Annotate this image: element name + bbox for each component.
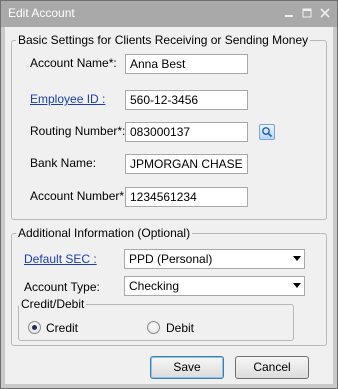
account-type-label: Account Type: bbox=[24, 280, 100, 294]
dialog-body: Basic Settings for Clients Receiving or … bbox=[5, 27, 333, 384]
close-icon[interactable] bbox=[317, 5, 333, 21]
employee-id-field[interactable]: 560-12-3456 bbox=[125, 90, 248, 110]
save-button[interactable]: Save bbox=[150, 356, 224, 379]
account-number-field[interactable]: 1234561234 bbox=[125, 187, 248, 207]
account-type-select[interactable]: Checking bbox=[124, 276, 305, 296]
default-sec-value: PPD (Personal) bbox=[129, 252, 213, 266]
account-name-label: Account Name*: bbox=[30, 56, 117, 70]
credit-label[interactable]: Credit bbox=[46, 321, 78, 335]
window-controls bbox=[281, 5, 333, 21]
debit-label[interactable]: Debit bbox=[166, 321, 194, 335]
chevron-down-icon bbox=[293, 283, 301, 288]
chevron-down-icon bbox=[293, 256, 301, 261]
account-number-label: Account Number*: bbox=[30, 189, 128, 203]
routing-number-field[interactable]: 083000137 bbox=[125, 122, 248, 142]
account-name-field[interactable]: Anna Best bbox=[125, 54, 248, 74]
debit-radio[interactable] bbox=[147, 321, 160, 334]
search-icon[interactable] bbox=[259, 124, 275, 140]
bank-name-field[interactable]: JPMORGAN CHASE BA bbox=[125, 154, 248, 174]
account-type-value: Checking bbox=[129, 279, 180, 293]
default-sec-select[interactable]: PPD (Personal) bbox=[124, 249, 305, 269]
bank-name-label: Bank Name: bbox=[30, 156, 97, 170]
default-sec-link[interactable]: Default SEC : bbox=[24, 252, 97, 266]
window-title: Edit Account bbox=[8, 6, 75, 20]
title-bar[interactable]: Edit Account bbox=[1, 1, 337, 27]
additional-info-legend: Additional Information (Optional) bbox=[18, 226, 191, 240]
credit-radio[interactable] bbox=[28, 321, 41, 334]
maximize-icon[interactable] bbox=[299, 5, 315, 21]
basic-settings-legend: Basic Settings for Clients Receiving or … bbox=[18, 33, 309, 47]
employee-id-link[interactable]: Employee ID : bbox=[30, 92, 105, 106]
routing-number-label: Routing Number*: bbox=[30, 124, 126, 138]
minimize-icon[interactable] bbox=[281, 5, 297, 21]
credit-debit-legend: Credit/Debit bbox=[21, 297, 85, 311]
cancel-button[interactable]: Cancel bbox=[235, 356, 309, 379]
edit-account-window: Edit Account Basic Settings for Clients … bbox=[0, 0, 338, 389]
